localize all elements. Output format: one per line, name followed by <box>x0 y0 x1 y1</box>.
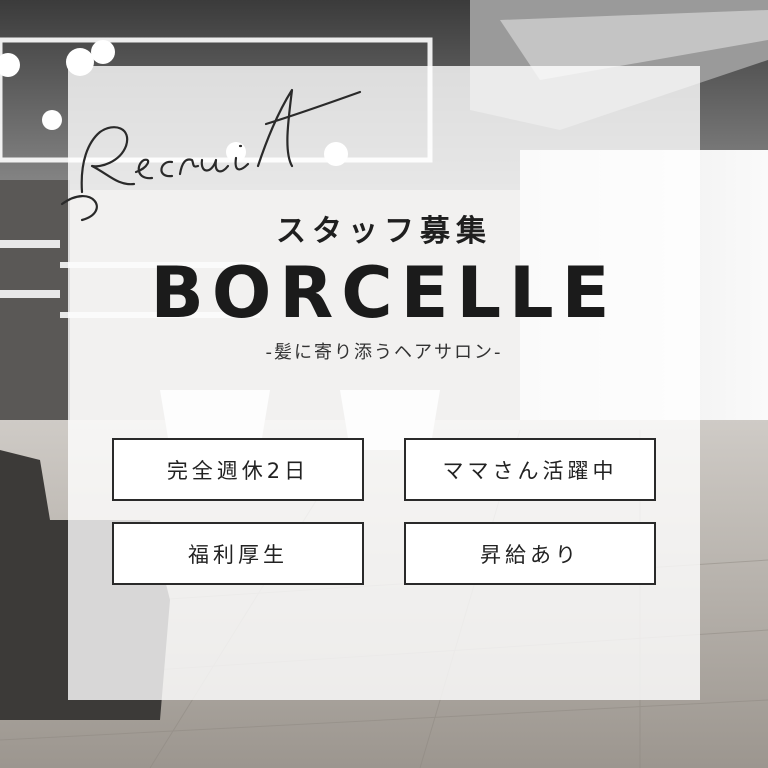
brand-name: BORCELLE <box>150 252 618 334</box>
page-heading: スタッフ募集 <box>276 214 492 249</box>
benefit-box-welfare: 福利厚生 <box>112 522 364 585</box>
tagline: -髪に寄り添うヘアサロン- <box>265 342 503 363</box>
benefit-box-weekends: 完全週休2日 <box>112 438 364 501</box>
benefit-box-mothers: ママさん活躍中 <box>404 438 656 501</box>
benefit-box-raise: 昇給あり <box>404 522 656 585</box>
